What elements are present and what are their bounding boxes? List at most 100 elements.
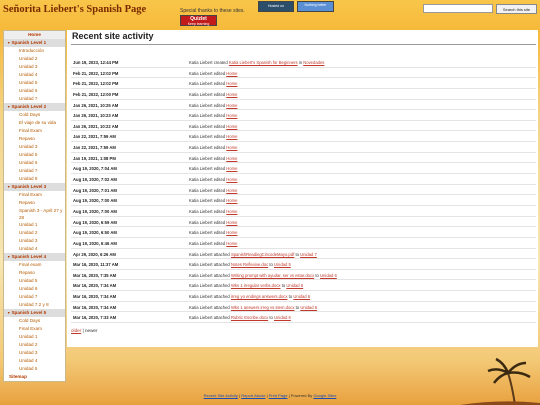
sidebar-item[interactable]: Unidad 2 [4,341,65,349]
sidebar-item-sitemap[interactable]: Sitemap [4,373,65,381]
activity-target-link[interactable]: Home [226,177,237,182]
sidebar-section-level1[interactable]: ▼Spanish Level 1 [4,39,65,47]
print-page-link[interactable]: Print Page [269,393,288,398]
activity-verb: edited [213,166,226,172]
activity-target-link[interactable]: Home [226,220,237,225]
activity-destination-link[interactable]: Unidad 6 [300,305,317,310]
activity-target-link[interactable]: Home [226,92,237,97]
activity-target-link[interactable]: Writing prompt with ayudar, ser vs estar… [231,273,314,278]
activity-actor: Katia Liebert [189,134,213,140]
sidebar-item[interactable]: Unidad 1 [4,333,65,341]
google-sites-link[interactable]: Google Sites [313,393,336,398]
activity-destination-link[interactable]: Unidad 6 [274,315,291,320]
sidebar-item[interactable]: Repaso [4,199,65,207]
activity-target-link[interactable]: Notes Reflexive.doc [231,262,268,267]
activity-target-link[interactable]: Home [226,156,237,161]
sidebar-item[interactable]: Unidad 7 [4,95,65,103]
activity-destination-link[interactable]: Unidad 6 [286,283,303,288]
older-link[interactable]: older [71,328,81,333]
activity-target-link[interactable]: Home [226,134,237,139]
activity-target-link[interactable]: Wks 1 answers irreg vs stem.docx [231,305,295,310]
sidebar-item[interactable]: Unidad 5 [4,79,65,87]
activity-destination-link[interactable]: Unidad 6 [293,294,310,299]
sidebar-item[interactable]: Unidad 7 [4,167,65,175]
sidebar-item[interactable]: Final Exam [4,325,65,333]
activity-target-link[interactable]: Home [226,71,237,76]
activity-target-link[interactable]: Home [226,241,237,246]
hosted-badge[interactable]: Hosted on [258,1,294,12]
search-button[interactable]: Search this site [496,4,537,14]
sidebar-item[interactable]: Unidad 3 [4,143,65,151]
activity-row: Aug 19, 2020, 7:00 AM Katia Liebert edite… [71,206,536,217]
sidebar-item[interactable]: Unidad 5 [4,151,65,159]
sidebar-item[interactable]: Unidad 4 [4,71,65,79]
sidebar-item[interactable]: Cold Days [4,317,65,325]
sidebar-item[interactable]: Unidad 3 [4,349,65,357]
sidebar-item[interactable]: Final Exam [4,191,65,199]
activity-date: Mar 16, 2020, 7:34 AM [73,304,117,310]
activity-target-link[interactable]: Home [226,103,237,108]
activity-verb: edited [213,123,226,129]
sidebar-item[interactable]: Unidad 2 [4,229,65,237]
sidebar-item[interactable]: Unidad 7 [4,293,65,301]
sidebar-item[interactable]: El viaje de su vida [4,119,65,127]
sidebar-section-level2[interactable]: ▼Spanish Level 2 [4,103,65,111]
activity-target-link[interactable]: Home [226,209,237,214]
activity-target-link[interactable]: Home [226,230,237,235]
activity-row: Jan 26, 2021, 10:22 AM Katia Liebert edit… [71,121,536,132]
sidebar-item[interactable]: Repaso [4,269,65,277]
activity-target-link[interactable]: Home [226,124,237,129]
activity-target-link[interactable]: Home [226,188,237,193]
activity-destination-link[interactable]: Unidad 7 [300,252,317,257]
recent-activity-link[interactable]: Recent Site Activity [204,393,238,398]
report-abuse-link[interactable]: Report Abuse [241,393,265,398]
sidebar-item[interactable]: Unidad 6 [4,87,65,95]
sidebar-item[interactable]: Final Exam [4,127,65,135]
sidebar-item[interactable]: Cold Days [4,111,65,119]
activity-verb: edited [213,177,226,183]
sidebar-item[interactable]: Introducción [4,47,65,55]
activity-target-link[interactable]: Home [226,166,237,171]
sidebar-item[interactable]: Unidad 3 [4,237,65,245]
sidebar-item[interactable]: Unidad 2 [4,55,65,63]
activity-target-link[interactable]: irreg yo endings answers.docx [231,294,288,299]
activity-verb: attached [213,304,230,310]
activity-row: Feb 21, 2022, 12:00 PM Katia Liebert edit… [71,89,536,100]
sidebar-item[interactable]: Unidad 4 [4,357,65,365]
sidebar-item[interactable]: Unidad 6 [4,159,65,167]
activity-row: Jan 26, 2021, 10:23 AM Katia Liebert edit… [71,110,536,121]
sidebar-section-level4[interactable]: ▼Spanish Level 4 [4,253,65,261]
sidebar-item[interactable]: Unidad 4 [4,245,65,253]
sidebar-item[interactable]: Final exam [4,261,65,269]
activity-description: Katia Liebert attached SpanishReadingCin… [189,252,317,257]
site-title[interactable]: Señorita Liebert's Spanish Page [3,4,146,15]
activity-target-link[interactable]: Home [226,198,237,203]
sidebar-item[interactable]: Spanish 3 - April 27 y 28 [4,207,65,221]
sidebar-item[interactable]: Unidad 3 [4,63,65,71]
activity-target-link[interactable]: Rubric Escribe.docx [231,315,268,320]
sidebar-item[interactable]: Unidad 6 [4,285,65,293]
quizlet-badge[interactable]: Quizlet Keep learning [180,15,217,26]
sidebar-item[interactable]: Unidad 5 [4,277,65,285]
sidebar-section-level3[interactable]: ▼Spanish Level 3 [4,183,65,191]
sidebar-item-home[interactable]: Home [4,31,65,39]
activity-target-link[interactable]: SpanishReadingCincodeMayo.pdf [231,252,294,257]
sidebar-item[interactable]: Unidad 5 [4,365,65,373]
sidebar-item[interactable]: Repaso [4,135,65,143]
activity-destination-link[interactable]: Novedades [303,60,324,65]
activity-target-link[interactable]: Wks 1 irregular verbs.docx [231,283,281,288]
activity-target-link[interactable]: Home [226,81,237,86]
sidebar-item[interactable]: Unidad 1 [4,221,65,229]
search-input[interactable] [423,4,493,13]
activity-target-link[interactable]: Home [226,113,237,118]
nothing-better-badge[interactable]: Nothing better [297,1,334,12]
activity-date: Aug 19, 2020, 6:46 AM [73,240,117,246]
sidebar-section-level5[interactable]: ▼Spanish Level 5 [4,309,65,317]
activity-target-link[interactable]: Home [226,145,237,150]
activity-destination-link[interactable]: Unidad 5 [274,262,291,267]
activity-target-link[interactable]: Katia Liebert's Spanish for Beginners [229,60,298,65]
sidebar-item[interactable]: Unidad 8 [4,175,65,183]
activity-destination-link[interactable]: Unidad 6 [320,273,337,278]
sidebar-item[interactable]: Unidad 7.2 y 8 [4,301,65,309]
activity-row: Jan 19, 2021, 1:08 PM Katia Liebert edite… [71,153,536,164]
